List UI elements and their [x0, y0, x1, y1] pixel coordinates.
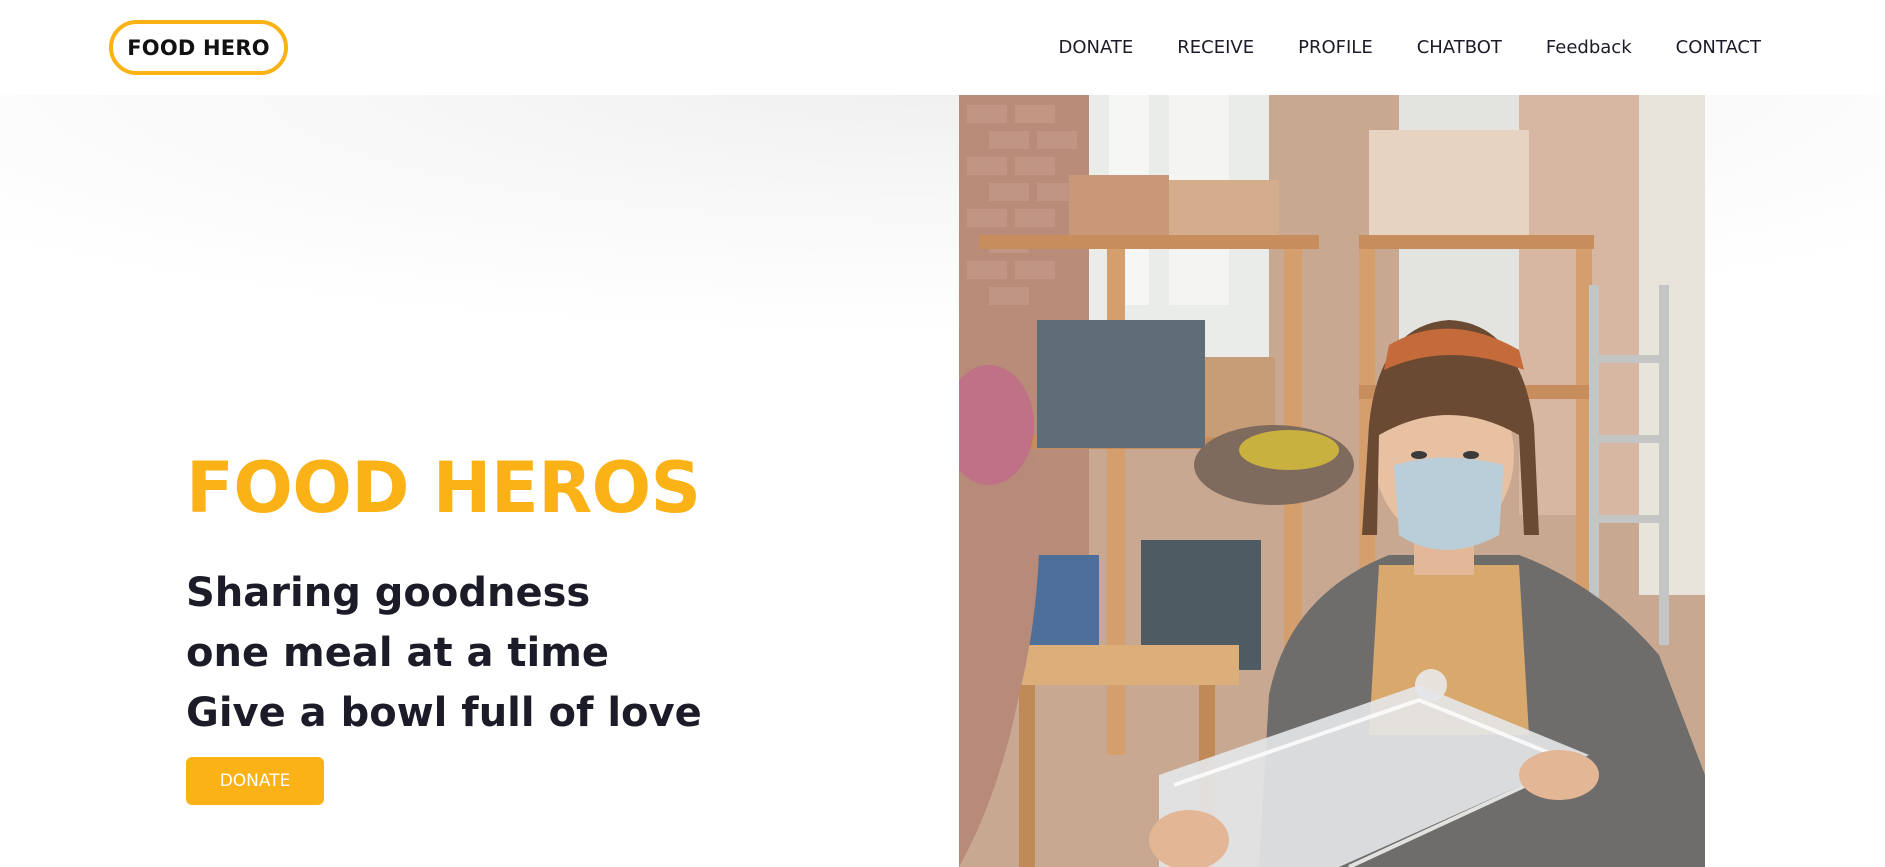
- hero-tagline: Sharing goodness one meal at a time Give…: [186, 563, 702, 743]
- tagline-line-2: one meal at a time: [186, 630, 610, 676]
- nav-donate[interactable]: DONATE: [1058, 34, 1133, 62]
- nav-feedback[interactable]: Feedback: [1546, 34, 1632, 62]
- tagline-line-1: Sharing goodness: [186, 570, 591, 616]
- hero-photo: [959, 95, 1705, 867]
- nav-receive[interactable]: RECEIVE: [1177, 34, 1254, 62]
- nav-contact[interactable]: CONTACT: [1676, 34, 1761, 62]
- logo[interactable]: FOOD HERO: [109, 20, 288, 75]
- nav-profile[interactable]: PROFILE: [1298, 34, 1373, 62]
- site-header: FOOD HERO DONATE RECEIVE PROFILE CHATBOT…: [0, 0, 1885, 95]
- tagline-line-3: Give a bowl full of love: [186, 690, 702, 736]
- donate-button[interactable]: DONATE: [186, 757, 324, 805]
- main-nav: DONATE RECEIVE PROFILE CHATBOT Feedback …: [1014, 34, 1761, 62]
- hero-title: FOOD HEROS: [186, 447, 701, 529]
- nav-chatbot[interactable]: CHATBOT: [1417, 34, 1502, 62]
